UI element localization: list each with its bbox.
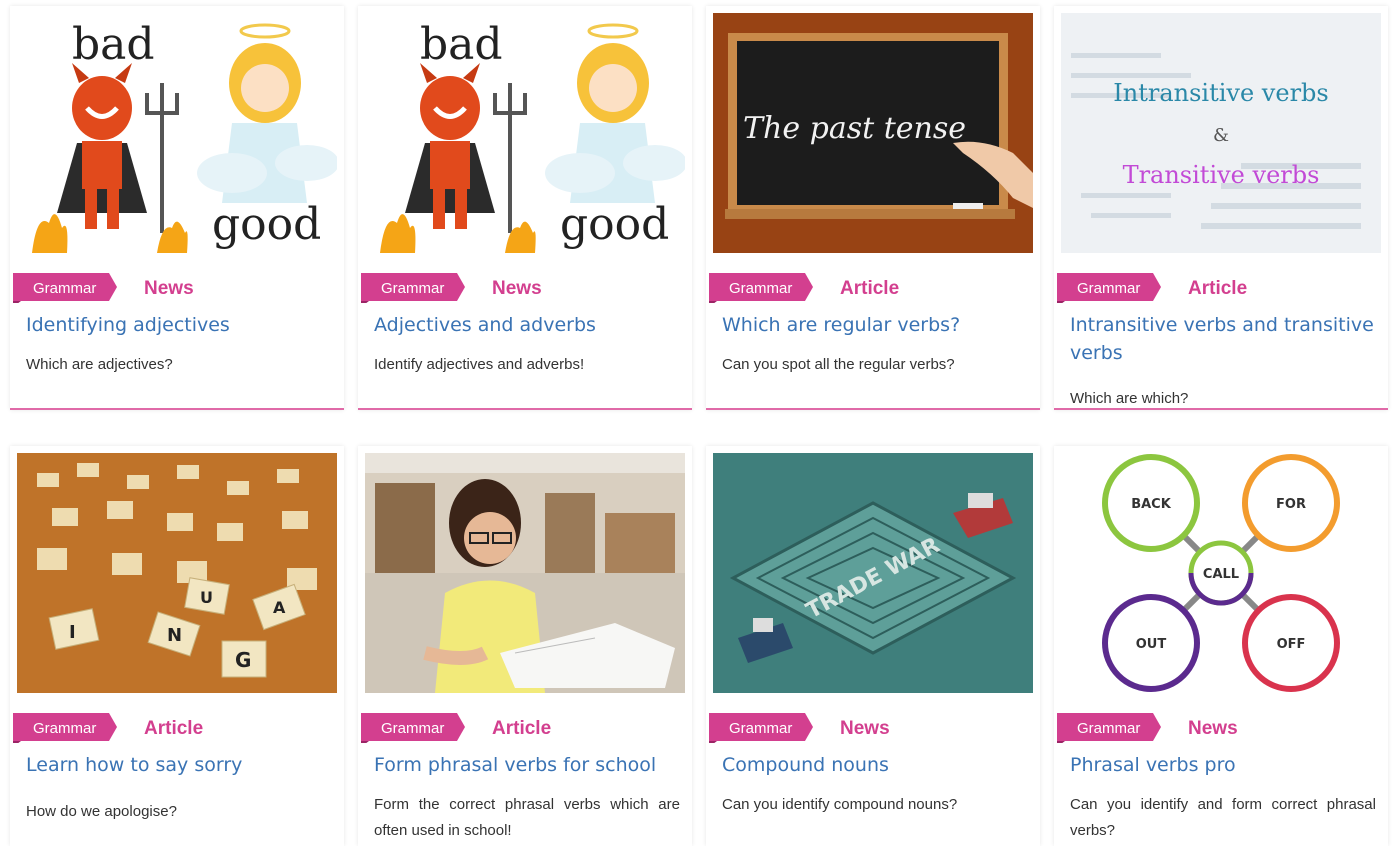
card-tags: Grammar Article: [1054, 268, 1388, 303]
card-description: Can you identify compound nouns?: [722, 796, 958, 813]
svg-text:OUT: OUT: [1136, 637, 1167, 652]
svg-text:U: U: [200, 588, 213, 607]
card-title[interactable]: Identifying adjectives: [26, 311, 332, 339]
category-badge[interactable]: Grammar: [361, 713, 465, 743]
card-title[interactable]: Phrasal verbs pro: [1070, 751, 1376, 779]
content-type-label[interactable]: Article: [840, 278, 899, 300]
card-title[interactable]: Form phrasal verbs for school: [374, 751, 680, 779]
lesson-card[interactable]: bad good: [10, 6, 344, 410]
lesson-card[interactable]: TRADE WAR Grammar News Compound nouns Ca…: [706, 446, 1040, 846]
card-thumbnail[interactable]: BACK FOR OUT OFF CALL: [1061, 453, 1381, 693]
card-description: Can you identify and form correct phrasa…: [1070, 796, 1376, 839]
content-type-label[interactable]: News: [144, 278, 194, 300]
letter-tiles-image: I N G A U: [17, 453, 337, 693]
svg-text:bad: bad: [72, 19, 155, 70]
category-badge[interactable]: Grammar: [13, 713, 117, 743]
lesson-card-grid: bad good Grammar News Identifying adject…: [0, 0, 1394, 846]
svg-text:Intransitive verbs: Intransitive verbs: [1113, 79, 1328, 107]
lesson-card[interactable]: I N G A U Grammar Article Learn how to s…: [10, 446, 344, 846]
svg-text:Transitive verbs: Transitive verbs: [1123, 161, 1320, 189]
svg-text:I: I: [69, 622, 76, 643]
category-badge[interactable]: Grammar: [361, 273, 465, 303]
card-tags: Grammar News: [358, 268, 692, 303]
category-label: Grammar: [33, 720, 97, 737]
lesson-card[interactable]: Intransitive verbs & Transitive verbs Gr…: [1054, 6, 1388, 410]
card-tags: Grammar Article: [10, 708, 344, 743]
svg-text:&: &: [1213, 125, 1229, 146]
card-thumbnail[interactable]: bad good: [365, 13, 685, 253]
svg-text:good: good: [560, 199, 669, 250]
card-title[interactable]: Compound nouns: [722, 751, 1028, 779]
svg-text:N: N: [167, 625, 182, 646]
card-description: Which are adjectives?: [26, 356, 173, 373]
content-type-label[interactable]: News: [1188, 718, 1238, 740]
category-badge[interactable]: Grammar: [1057, 713, 1161, 743]
card-description: Which are which?: [1070, 390, 1189, 407]
content-type-label[interactable]: Article: [1188, 278, 1247, 300]
category-label: Grammar: [381, 720, 445, 737]
card-thumbnail[interactable]: [365, 453, 685, 693]
student-studying-photo: [365, 453, 685, 693]
svg-text:good: good: [212, 199, 321, 250]
category-label: Grammar: [729, 280, 793, 297]
category-label: Grammar: [1077, 720, 1141, 737]
card-tags: Grammar News: [1054, 708, 1388, 743]
bad-good-illustration: bad good: [365, 13, 685, 253]
svg-text:G: G: [235, 648, 251, 672]
card-title[interactable]: Learn how to say sorry: [26, 751, 332, 779]
category-badge[interactable]: Grammar: [1057, 273, 1161, 303]
card-tags: Grammar Article: [358, 708, 692, 743]
category-badge[interactable]: Grammar: [709, 713, 813, 743]
category-label: Grammar: [1077, 280, 1141, 297]
svg-text:The past tense: The past tense: [743, 111, 966, 146]
content-type-label[interactable]: News: [840, 718, 890, 740]
card-thumbnail[interactable]: Intransitive verbs & Transitive verbs: [1061, 13, 1381, 253]
svg-text:FOR: FOR: [1276, 497, 1306, 512]
phrasal-verb-diagram: BACK FOR OUT OFF CALL: [1061, 453, 1381, 693]
card-description: Can you spot all the regular verbs?: [722, 356, 955, 373]
card-title[interactable]: Which are regular verbs?: [722, 311, 1028, 339]
card-thumbnail[interactable]: I N G A U: [17, 453, 337, 693]
svg-text:OFF: OFF: [1277, 637, 1306, 652]
category-label: Grammar: [381, 280, 445, 297]
svg-text:bad: bad: [420, 19, 503, 70]
chalkboard-image: The past tense: [713, 13, 1033, 253]
card-title[interactable]: Intransitive verbs and transitive verbs: [1070, 311, 1376, 367]
bad-good-illustration: bad good: [17, 13, 337, 253]
trade-war-maze-image: TRADE WAR: [713, 453, 1033, 693]
card-title[interactable]: Adjectives and adverbs: [374, 311, 680, 339]
card-description: Identify adjectives and adverbs!: [374, 356, 585, 373]
card-tags: Grammar News: [10, 268, 344, 303]
card-thumbnail[interactable]: bad good: [17, 13, 337, 253]
lesson-card[interactable]: bad good: [358, 6, 692, 410]
svg-text:A: A: [273, 598, 286, 617]
content-type-label[interactable]: Article: [492, 718, 551, 740]
category-badge[interactable]: Grammar: [709, 273, 813, 303]
category-label: Grammar: [33, 280, 97, 297]
content-type-label[interactable]: Article: [144, 718, 203, 740]
category-badge[interactable]: Grammar: [13, 273, 117, 303]
card-tags: Grammar Article: [706, 268, 1040, 303]
card-description: How do we apologise?: [26, 803, 177, 820]
lesson-card[interactable]: The past tense Grammar Article Which are…: [706, 6, 1040, 410]
card-thumbnail[interactable]: TRADE WAR: [713, 453, 1033, 693]
lesson-card[interactable]: BACK FOR OUT OFF CALL Grammar News Phras…: [1054, 446, 1388, 846]
card-description: Form the correct phrasal verbs which are…: [374, 796, 680, 839]
lesson-card[interactable]: Grammar Article Form phrasal verbs for s…: [358, 446, 692, 846]
svg-text:BACK: BACK: [1131, 497, 1172, 512]
svg-text:CALL: CALL: [1203, 567, 1239, 582]
category-label: Grammar: [729, 720, 793, 737]
card-tags: Grammar News: [706, 708, 1040, 743]
card-thumbnail[interactable]: The past tense: [713, 13, 1033, 253]
content-type-label[interactable]: News: [492, 278, 542, 300]
verbs-text-image: Intransitive verbs & Transitive verbs: [1061, 13, 1381, 253]
